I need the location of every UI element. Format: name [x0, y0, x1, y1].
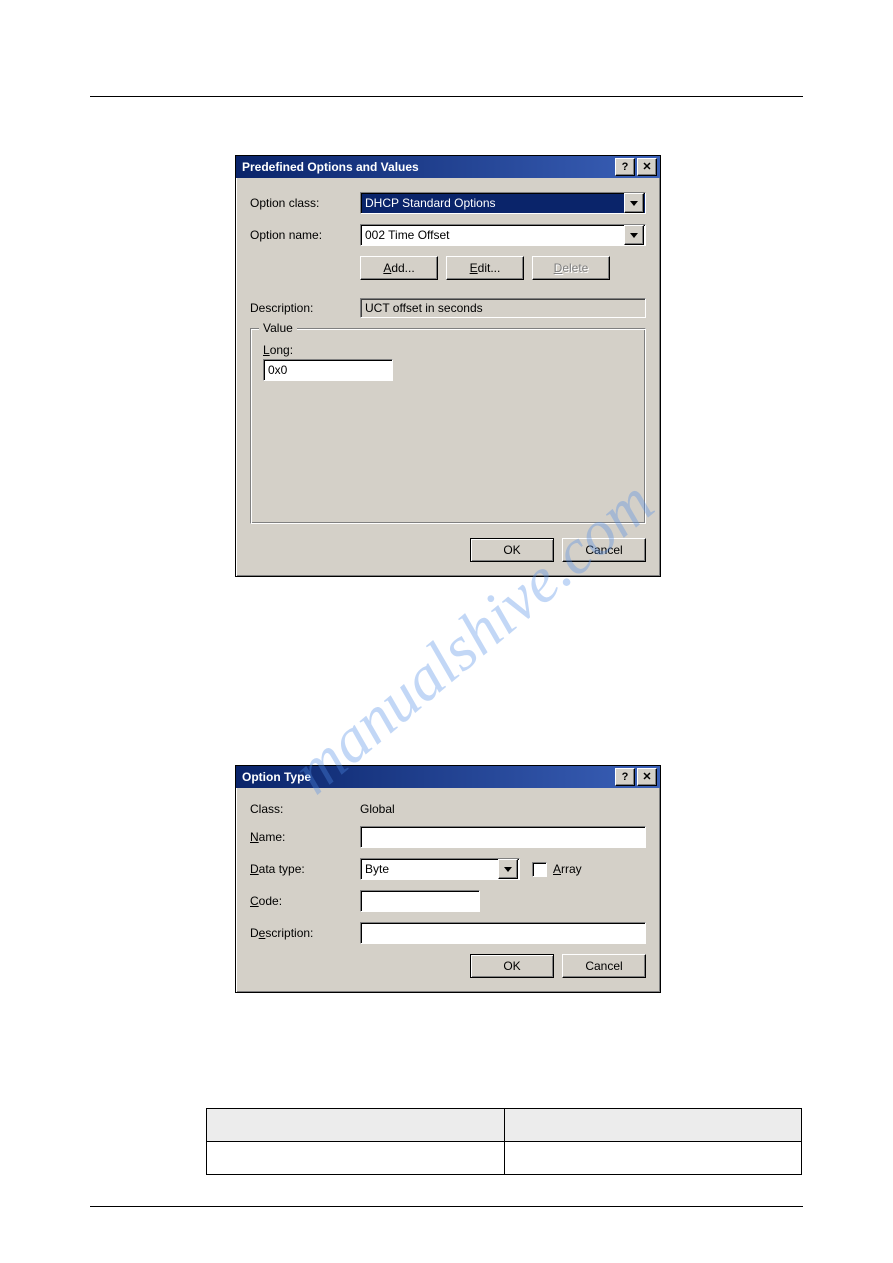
table-cell — [504, 1142, 802, 1175]
array-checkbox[interactable] — [532, 862, 547, 877]
table-header — [207, 1109, 505, 1142]
table-cell — [207, 1142, 505, 1175]
name-input[interactable] — [360, 826, 646, 848]
description-label: Description: — [250, 926, 360, 940]
edit-button[interactable]: Edit... — [446, 256, 524, 280]
option-name-value: 002 Time Offset — [361, 228, 623, 242]
predefined-options-dialog: Predefined Options and Values ? ✕ Option… — [235, 155, 661, 577]
option-name-label: Option name: — [250, 228, 360, 242]
delete-button: Delete — [532, 256, 610, 280]
titlebar-option-type[interactable]: Option Type ? ✕ — [236, 766, 660, 788]
description-label: Description: — [250, 301, 360, 315]
data-table — [206, 1108, 802, 1175]
help-icon[interactable]: ? — [615, 158, 635, 176]
divider-top — [90, 96, 803, 97]
value-groupbox: Value Long: 0x0 — [250, 328, 646, 524]
array-label: Array — [553, 862, 582, 876]
data-type-dropdown[interactable]: Byte — [360, 858, 520, 880]
ok-button[interactable]: OK — [470, 538, 554, 562]
help-icon[interactable]: ? — [615, 768, 635, 786]
cancel-button[interactable]: Cancel — [562, 538, 646, 562]
option-class-dropdown[interactable]: DHCP Standard Options — [360, 192, 646, 214]
class-label: Class: — [250, 802, 360, 816]
description-input[interactable] — [360, 922, 646, 944]
name-label: Name: — [250, 830, 360, 844]
code-label: Code: — [250, 894, 360, 908]
option-name-dropdown[interactable]: 002 Time Offset — [360, 224, 646, 246]
long-input[interactable]: 0x0 — [263, 359, 393, 381]
table-header — [504, 1109, 802, 1142]
divider-bottom — [90, 1206, 803, 1207]
array-checkbox-wrap[interactable]: Array — [532, 862, 582, 877]
description-field: UCT offset in seconds — [360, 298, 646, 318]
data-type-label: Data type: — [250, 862, 360, 876]
cancel-button[interactable]: Cancel — [562, 954, 646, 978]
chevron-down-icon[interactable] — [624, 225, 644, 245]
titlebar-predefined[interactable]: Predefined Options and Values ? ✕ — [236, 156, 660, 178]
option-class-label: Option class: — [250, 196, 360, 210]
code-input[interactable] — [360, 890, 480, 912]
option-class-value: DHCP Standard Options — [361, 196, 623, 210]
titlebar-title: Option Type — [242, 770, 613, 784]
class-value: Global — [360, 802, 395, 816]
close-icon[interactable]: ✕ — [637, 158, 657, 176]
long-label: Long: — [263, 343, 633, 357]
data-type-value: Byte — [361, 862, 497, 876]
ok-button[interactable]: OK — [470, 954, 554, 978]
close-icon[interactable]: ✕ — [637, 768, 657, 786]
groupbox-title: Value — [259, 321, 297, 335]
option-type-dialog: Option Type ? ✕ Class: Global Name: Data… — [235, 765, 661, 993]
chevron-down-icon[interactable] — [624, 193, 644, 213]
titlebar-title: Predefined Options and Values — [242, 160, 613, 174]
chevron-down-icon[interactable] — [498, 859, 518, 879]
add-button[interactable]: Add... — [360, 256, 438, 280]
